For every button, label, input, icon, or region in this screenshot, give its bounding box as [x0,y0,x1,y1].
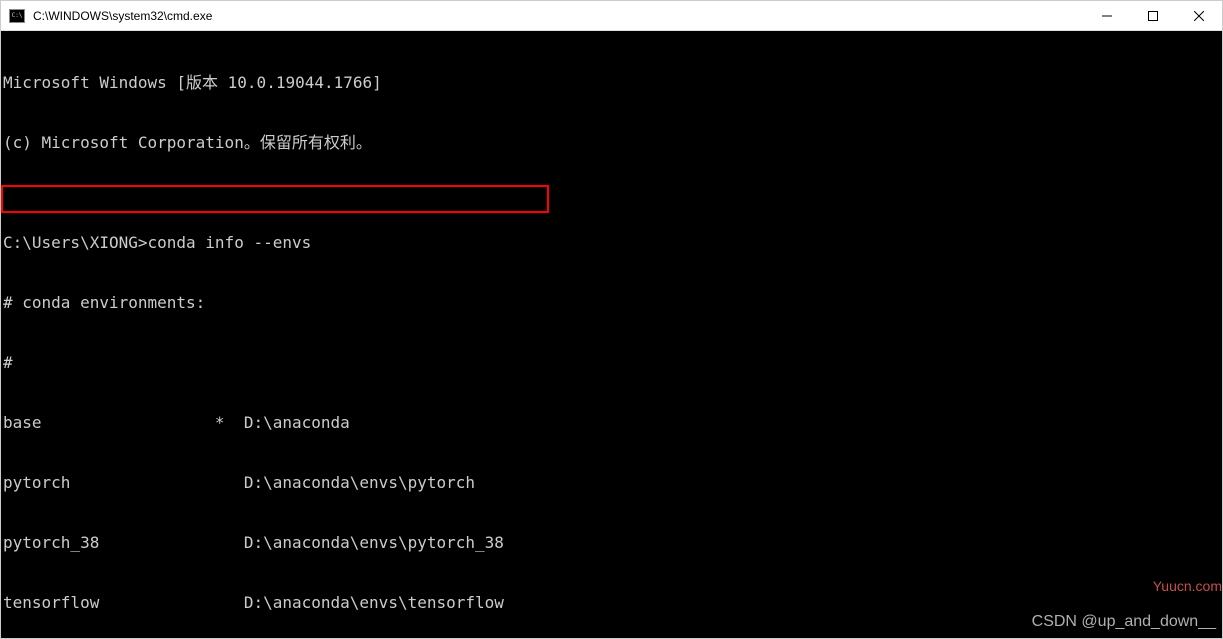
close-button[interactable] [1176,1,1222,30]
terminal-line: pytorch D:\anaconda\envs\pytorch [3,473,1222,493]
minimize-button[interactable] [1084,1,1130,30]
terminal-line: # [3,353,1222,373]
cmd-window: C:\WINDOWS\system32\cmd.exe Microsoft Wi… [0,0,1223,639]
highlight-annotation [1,185,549,213]
terminal-line: Microsoft Windows [版本 10.0.19044.1766] [3,73,1222,93]
titlebar[interactable]: C:\WINDOWS\system32\cmd.exe [1,1,1222,31]
window-title: C:\WINDOWS\system32\cmd.exe [33,9,1084,23]
terminal-line: pytorch_38 D:\anaconda\envs\pytorch_38 [3,533,1222,553]
terminal-line: # conda environments: [3,293,1222,313]
watermark-csdn: CSDN @up_and_down__ [1032,612,1216,632]
terminal-output[interactable]: Microsoft Windows [版本 10.0.19044.1766] (… [1,31,1222,638]
terminal-line: tensorflow D:\anaconda\envs\tensorflow [3,593,1222,613]
terminal-line: base * D:\anaconda [3,413,1222,433]
cmd-icon [9,9,25,23]
maximize-button[interactable] [1130,1,1176,30]
watermark-site: Yuucn.com [1153,576,1222,596]
terminal-line: (c) Microsoft Corporation。保留所有权利。 [3,133,1222,153]
window-controls [1084,1,1222,30]
terminal-line: C:\Users\XIONG>conda info --envs [3,233,1222,253]
